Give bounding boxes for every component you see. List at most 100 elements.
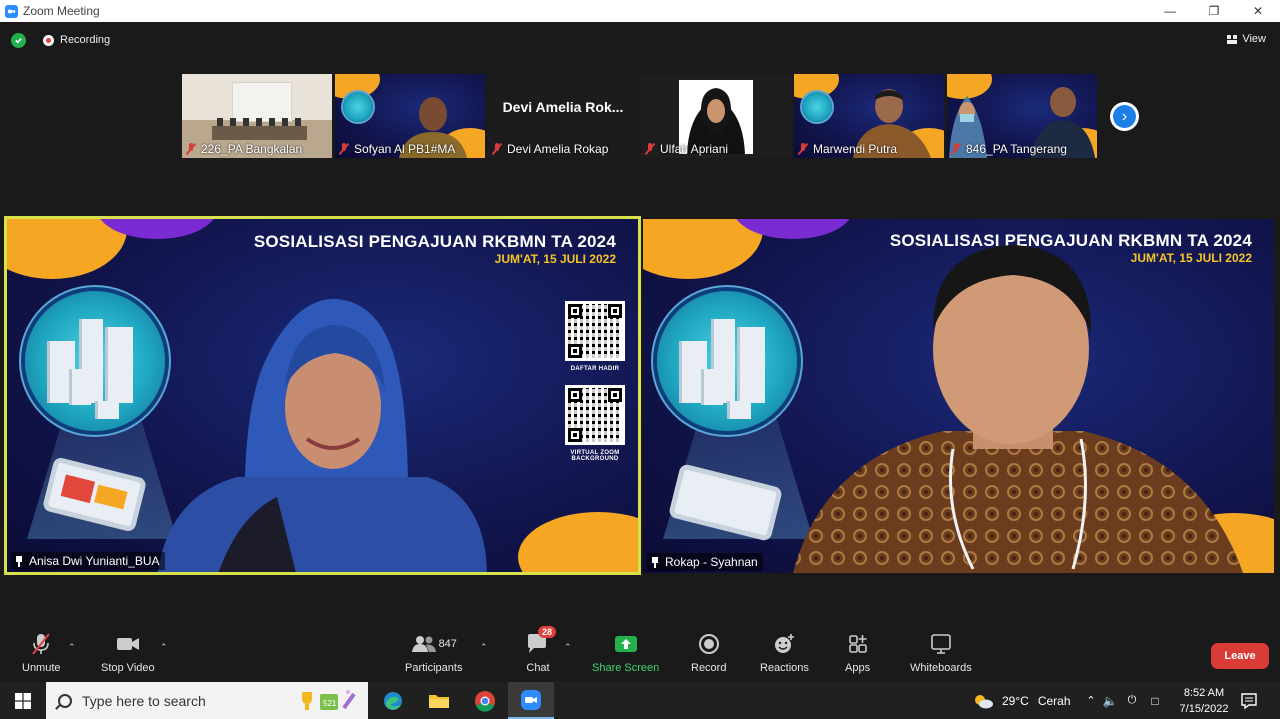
- audio-options-caret[interactable]: ⌃: [68, 642, 76, 653]
- weather-desc: Cerah: [1037, 693, 1071, 708]
- mic-muted-icon: [492, 143, 502, 155]
- chat-options-caret[interactable]: ⌃: [564, 642, 572, 653]
- active-speaker-video[interactable]: SOSIALISASI PENGAJUAN RKBMN TA 2024 JUM'…: [4, 216, 641, 575]
- reactions-label: Reactions: [760, 662, 809, 674]
- participant-name: Sofyan Al PB1#MA: [354, 142, 456, 156]
- view-button[interactable]: View: [1227, 33, 1266, 45]
- mic-muted-icon: [186, 143, 196, 155]
- weather-temp: 29°C: [1002, 693, 1029, 708]
- stop-video-button[interactable]: Stop Video: [101, 632, 155, 674]
- leave-button[interactable]: Leave: [1211, 643, 1269, 669]
- participant-name: Rokap - Syahnan: [665, 555, 758, 569]
- participant-thumbnail[interactable]: Ulfah Apriani: [641, 74, 791, 158]
- security-shield-icon[interactable]: [11, 33, 26, 48]
- participants-button[interactable]: 847 Participants: [405, 632, 462, 674]
- recording-label: Recording: [60, 34, 111, 46]
- participant-name: Marwendi Putra: [813, 142, 898, 156]
- recording-indicator[interactable]: Recording: [43, 34, 110, 46]
- search-icon: [58, 693, 72, 708]
- qr-code-zoom-background: [565, 385, 625, 445]
- pin-icon: [651, 556, 659, 568]
- chat-button[interactable]: 28 Chat: [526, 626, 557, 674]
- taskbar-file-explorer[interactable]: [416, 682, 462, 719]
- clock-time: 8:52 AM: [1183, 687, 1225, 699]
- taskbar-clock[interactable]: 8:52 AM 7/15/2022: [1174, 685, 1234, 717]
- slide-title: SOSIALISASI PENGAJUAN RKBMN TA 2024: [253, 232, 616, 251]
- grid-view-icon: [1227, 34, 1238, 44]
- participant-thumbnail[interactable]: Devi Amelia Rok... Devi Amelia Rokap: [488, 74, 638, 158]
- mic-muted-icon: [798, 143, 808, 155]
- qr-code-attendance: [565, 301, 625, 361]
- weather-widget[interactable]: 29°C Cerah: [972, 682, 1071, 719]
- participant-name: 226_PA Bangkalan: [201, 142, 303, 156]
- reactions-icon: [772, 632, 796, 656]
- zoom-app-icon: [5, 4, 18, 18]
- notification-icon: [1241, 692, 1257, 709]
- mic-muted-icon: [339, 143, 349, 155]
- folder-icon: [429, 694, 449, 708]
- taskbar-edge[interactable]: [370, 682, 416, 719]
- view-label: View: [1242, 33, 1266, 45]
- close-button[interactable]: ✕: [1236, 0, 1280, 22]
- share-screen-label: Share Screen: [592, 662, 660, 674]
- system-tray: ⌃ 🔈 ⏻ □: [1083, 682, 1167, 719]
- participants-count: 847: [438, 638, 457, 650]
- video-options-caret[interactable]: ⌃: [160, 642, 168, 653]
- participant-name: Ulfah Apriani: [660, 142, 729, 156]
- search-placeholder: Type here to search: [82, 692, 206, 709]
- mic-muted-icon: [951, 143, 961, 155]
- participant-thumbnail[interactable]: 226_PA Bangkalan: [182, 74, 332, 158]
- taskbar-search-box[interactable]: Type here to search 521: [46, 682, 368, 719]
- unmute-button[interactable]: Unmute: [22, 632, 61, 674]
- chat-icon: 28: [526, 626, 557, 656]
- participant-thumbnail[interactable]: Marwendi Putra: [794, 74, 944, 158]
- record-button[interactable]: Record: [691, 632, 726, 674]
- network-icon[interactable]: □: [1143, 694, 1167, 708]
- restore-button[interactable]: ❐: [1192, 0, 1236, 22]
- partly-cloudy-icon: [975, 694, 993, 708]
- participants-icon: 847: [411, 632, 457, 656]
- whiteboard-icon: [929, 632, 953, 656]
- taskbar-chrome[interactable]: [462, 682, 508, 719]
- participants-options-caret[interactable]: ⌃: [480, 642, 488, 653]
- apps-label: Apps: [845, 662, 871, 674]
- reactions-button[interactable]: Reactions: [760, 632, 809, 674]
- unmute-label: Unmute: [22, 662, 61, 674]
- meeting-top-bar: Recording View: [0, 22, 1280, 58]
- window-title: Zoom Meeting: [23, 4, 100, 18]
- apps-icon: [847, 632, 869, 656]
- next-page-button[interactable]: ›: [1110, 102, 1139, 131]
- edge-browser-icon: [384, 691, 402, 710]
- window-title-bar: Zoom Meeting — ❐ ✕: [0, 0, 1280, 22]
- mic-muted-icon: [645, 143, 655, 155]
- minimize-button[interactable]: —: [1148, 0, 1192, 22]
- whiteboards-button[interactable]: Whiteboards: [910, 632, 972, 674]
- taskbar-zoom[interactable]: [508, 682, 554, 719]
- share-screen-icon: [614, 632, 638, 656]
- speaker-name-tag: Anisa Dwi Yunianti_BUA: [11, 552, 165, 570]
- participant-video[interactable]: SOSIALISASI PENGAJUAN RKBMN TA 2024 JUM'…: [643, 219, 1274, 573]
- share-screen-button[interactable]: Share Screen: [592, 632, 659, 674]
- pin-icon: [15, 555, 23, 567]
- show-hidden-icons-icon[interactable]: ⌃: [1083, 694, 1099, 707]
- chevron-right-icon: ›: [1113, 105, 1136, 128]
- slide-date: JUM'AT, 15 JULI 2022: [494, 252, 616, 266]
- participant-thumbnail[interactable]: Sofyan Al PB1#MA: [335, 74, 485, 158]
- notifications-button[interactable]: [1240, 682, 1258, 719]
- svg-text:521: 521: [323, 699, 337, 708]
- meeting-controls-toolbar: Unmute ⌃ Stop Video ⌃ 847 Participants ⌃…: [0, 626, 1280, 682]
- apps-button[interactable]: Apps: [845, 632, 870, 674]
- power-plug-icon[interactable]: ⏻: [1121, 694, 1143, 707]
- clock-date: 7/15/2022: [1179, 703, 1229, 715]
- qr-caption-zoom-background: VIRTUAL ZOOM BACKGROUND: [570, 450, 620, 462]
- chat-unread-badge: 28: [538, 626, 557, 638]
- windows-logo-icon: [14, 692, 31, 709]
- start-button[interactable]: [0, 682, 45, 719]
- record-dot-icon: [43, 34, 54, 46]
- participant-thumbnail[interactable]: 846_PA Tangerang: [947, 74, 1097, 158]
- speaker-icon[interactable]: 🔈: [1099, 694, 1121, 708]
- stop-video-label: Stop Video: [101, 662, 155, 674]
- participant-name: 846_PA Tangerang: [966, 142, 1067, 156]
- qr-caption-attendance: DAFTAR HADIR: [570, 366, 620, 372]
- participant-name-tag: Rokap - Syahnan: [647, 553, 763, 571]
